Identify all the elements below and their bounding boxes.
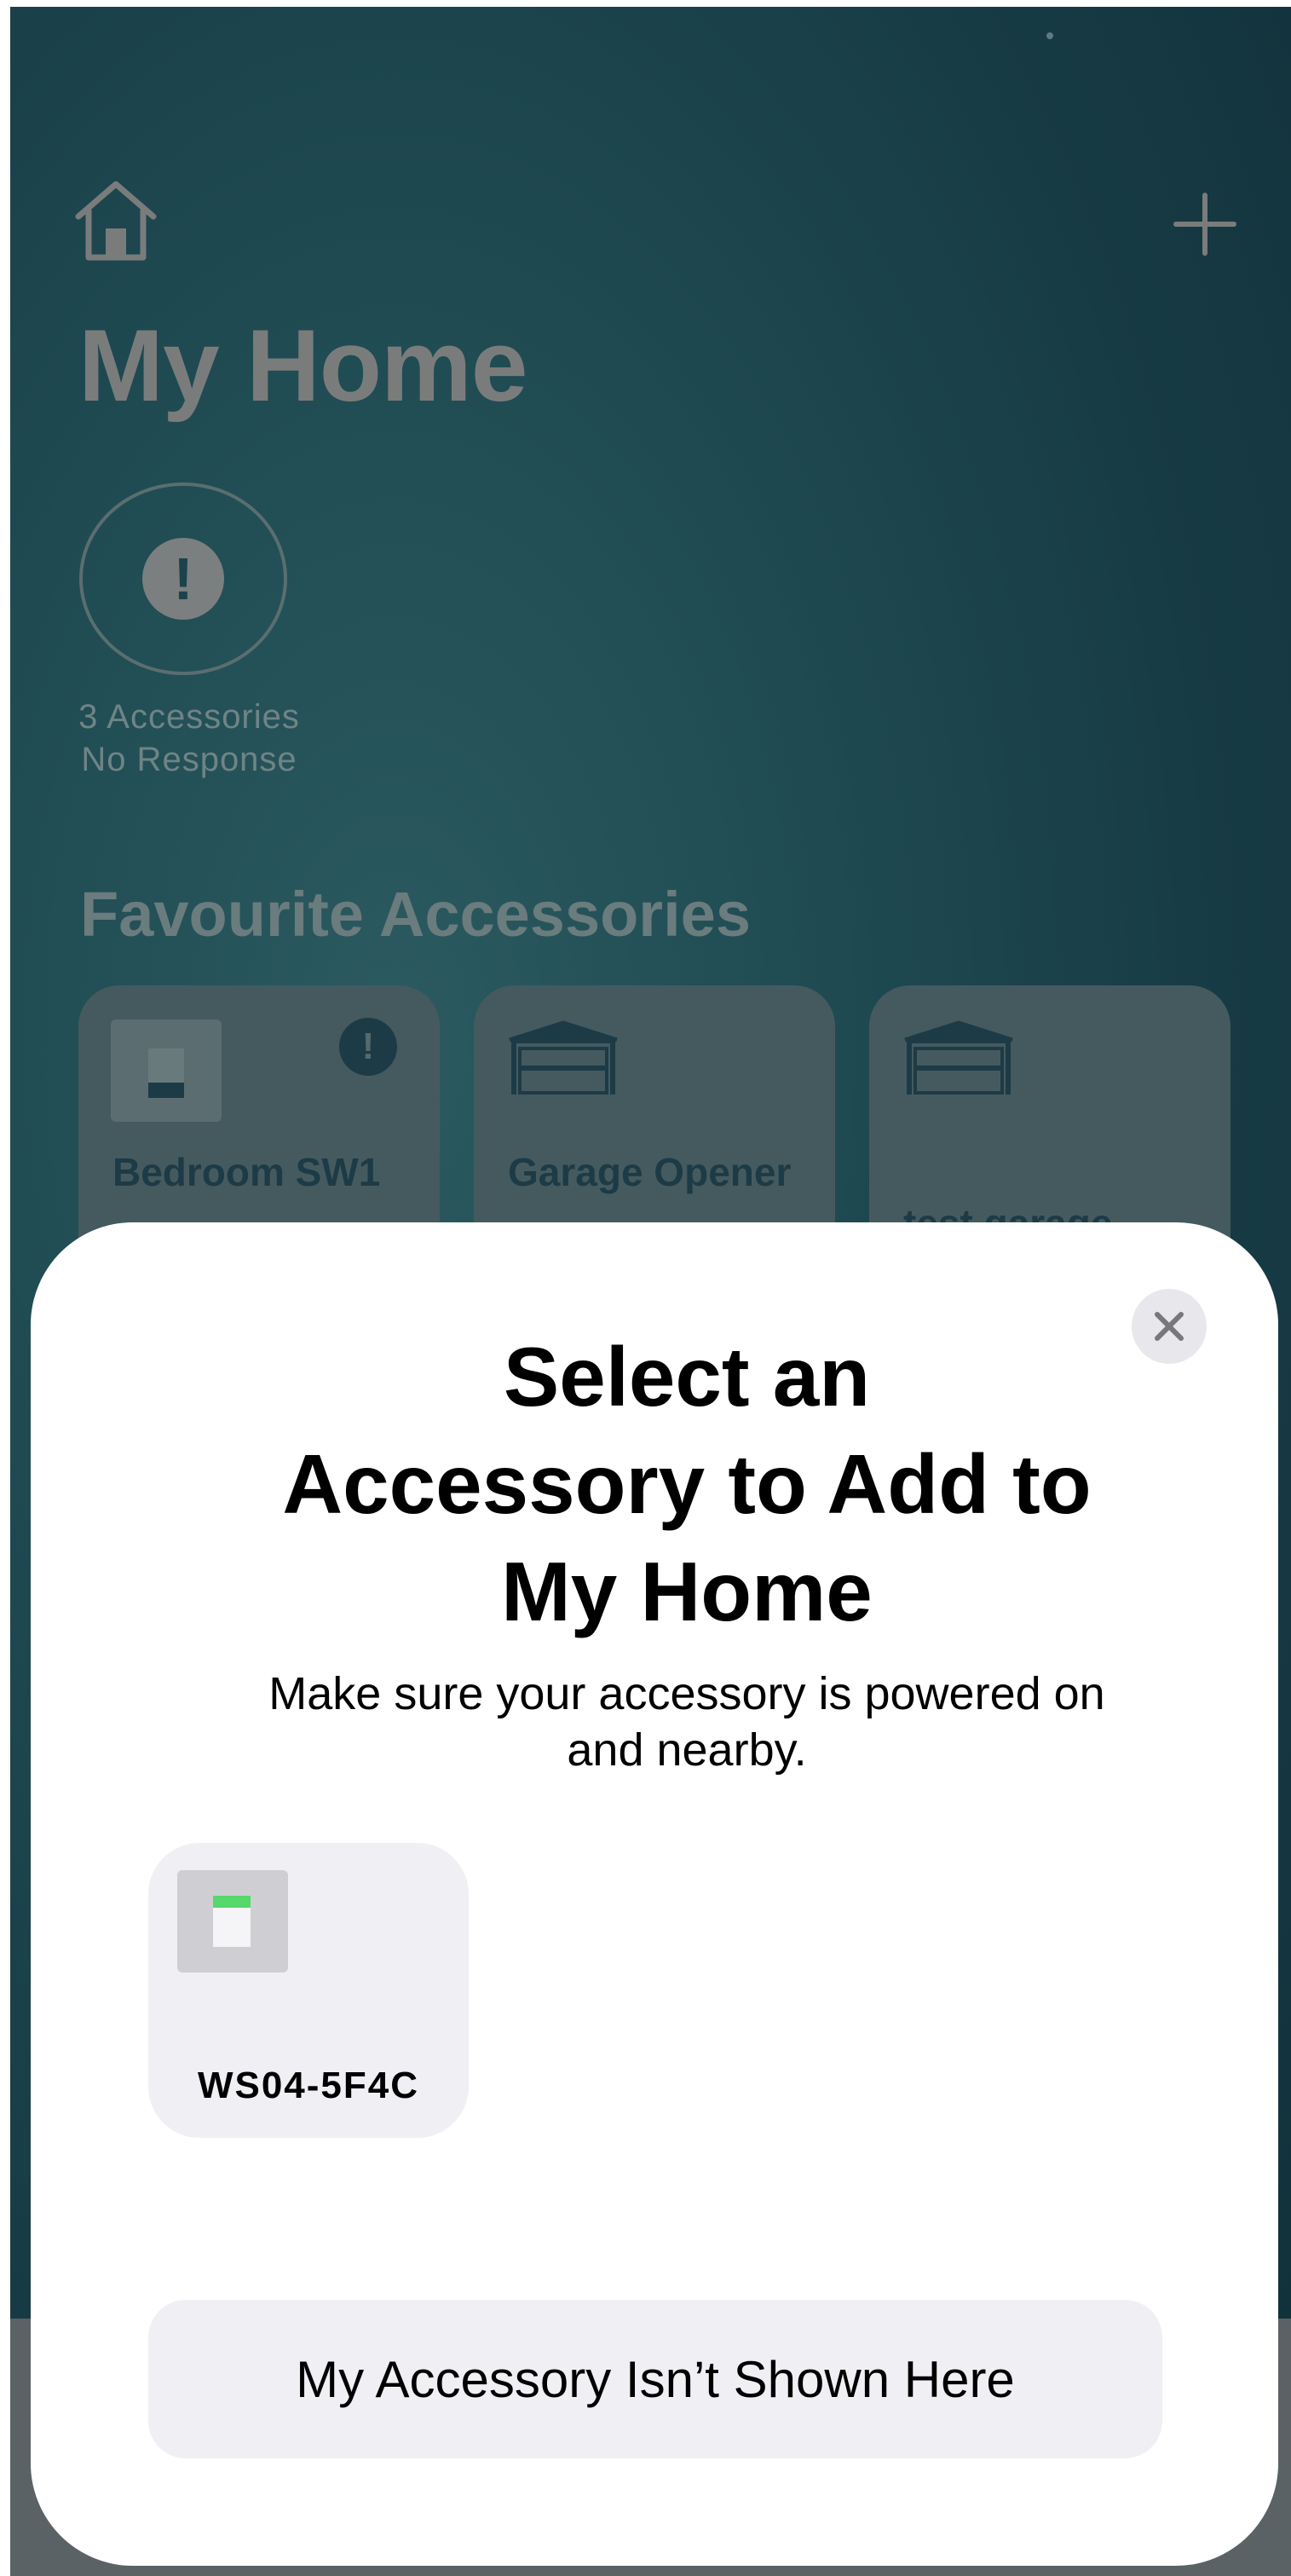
home-icon[interactable] <box>72 177 160 263</box>
tile-label: Bedroom SW1 <box>112 1150 381 1194</box>
sheet-subtitle: Make sure your accessory is powered on a… <box>141 1666 1232 1778</box>
switch-icon <box>177 1870 288 1972</box>
sheet-title-line-2: Accessory to Add to <box>282 1437 1092 1531</box>
section-title: Favourite Accessories <box>80 879 751 950</box>
status-text: 3 Accessories No Response <box>44 696 334 781</box>
accessory-label: WS04-5F4C <box>197 2065 420 2106</box>
tile-label: Garage Opener <box>508 1150 792 1194</box>
add-accessory-sheet: Select an Accessory to Add to My Home Ma… <box>31 1222 1278 2566</box>
sheet-title: Select an Accessory to Add to My Home <box>141 1323 1232 1645</box>
sheet-subtitle-line-1: Make sure your accessory is powered on <box>268 1668 1105 1719</box>
exclamation-icon: ! <box>142 538 224 620</box>
accessory-not-shown-button[interactable]: My Accessory Isn’t Shown Here <box>148 2300 1162 2458</box>
tile-alert-icon: ! <box>339 1018 397 1076</box>
page-title: My Home <box>78 309 527 423</box>
accessory-card-ws04-5f4c[interactable]: WS04-5F4C <box>148 1843 469 2138</box>
status-button[interactable]: ! <box>79 482 287 675</box>
switch-led <box>213 1896 251 1908</box>
sheet-subtitle-line-2: and nearby. <box>567 1724 807 1776</box>
status-dot <box>1046 32 1053 39</box>
switch-icon <box>111 1019 222 1122</box>
garage-door-icon <box>904 1020 1013 1095</box>
sheet-title-line-3: My Home <box>501 1545 873 1638</box>
status-line-1: 3 Accessories <box>78 698 300 736</box>
garage-door-icon <box>509 1020 618 1095</box>
status-line-2: No Response <box>81 741 297 778</box>
switch-body <box>213 1896 251 1947</box>
plus-icon[interactable] <box>1171 190 1239 258</box>
sheet-title-line-1: Select an <box>503 1330 871 1424</box>
